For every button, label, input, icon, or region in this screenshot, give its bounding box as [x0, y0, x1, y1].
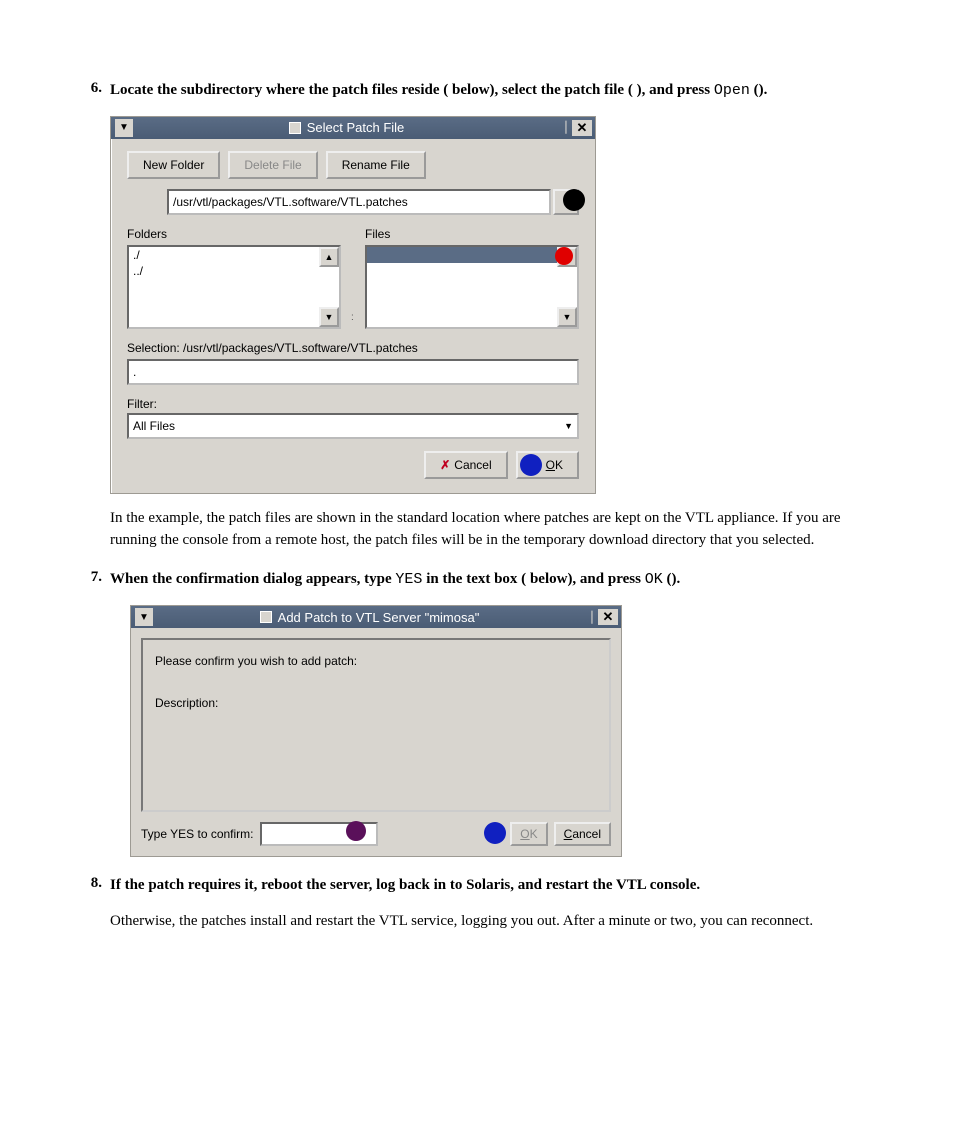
confirm-text: Please confirm you wish to add patch: — [155, 654, 597, 668]
cancel-x-icon: ✗ — [440, 458, 450, 472]
scroll-down-icon[interactable]: ▼ — [557, 307, 577, 327]
marker-blue — [484, 822, 506, 844]
path-dropdown-button[interactable] — [553, 189, 579, 215]
type-yes-label: Type YES to confirm: — [141, 827, 254, 841]
dialog1-title: Select Patch File — [307, 120, 405, 135]
file-item-selected[interactable] — [367, 247, 559, 263]
dialog1-titlebar[interactable]: ▼ Select Patch File ⎮ ✕ — [111, 117, 595, 139]
pin-icon[interactable]: ⎮ — [560, 121, 572, 134]
window-menu-icon[interactable]: ▼ — [115, 119, 133, 137]
folders-listbox[interactable]: ./ ../ ▲ ▼ — [127, 245, 341, 329]
step-8-paragraph: Otherwise, the patches install and resta… — [110, 911, 884, 933]
pin-icon[interactable]: ⎮ — [586, 611, 598, 624]
folder-item[interactable]: ./ — [129, 247, 339, 263]
window-icon — [289, 122, 301, 134]
close-icon[interactable]: ✕ — [598, 609, 618, 625]
files-listbox[interactable]: ▲ ▼ — [365, 245, 579, 329]
cancel-button[interactable]: ✗Cancel — [424, 451, 507, 479]
step-8-text: If the patch requires it, reboot the ser… — [110, 875, 884, 897]
scroll-up-icon[interactable]: ▲ — [319, 247, 339, 267]
chevron-down-icon: ▼ — [564, 421, 573, 431]
ok-button[interactable]: OK — [516, 451, 579, 479]
dialog2-title: Add Patch to VTL Server "mimosa" — [278, 610, 480, 625]
marker-blue — [520, 454, 542, 476]
filter-combo[interactable]: All Files ▼ — [127, 413, 579, 439]
description-label: Description: — [155, 696, 597, 710]
dialog2-titlebar[interactable]: ▼ Add Patch to VTL Server "mimosa" ⎮ ✕ — [131, 606, 621, 628]
step-8: 8. If the patch requires it, reboot the … — [70, 875, 884, 933]
new-folder-button[interactable]: New Folder — [127, 151, 220, 179]
delete-file-button[interactable]: Delete File — [228, 151, 317, 179]
window-icon — [260, 611, 272, 623]
step-6-text: Locate the subdirectory where the patch … — [110, 80, 884, 102]
step-6-paragraph: In the example, the patch files are show… — [110, 508, 884, 552]
step-7-text: When the confirmation dialog appears, ty… — [110, 569, 884, 591]
add-patch-dialog: ▼ Add Patch to VTL Server "mimosa" ⎮ ✕ P… — [130, 605, 622, 857]
step-8-number: 8. — [70, 875, 110, 892]
filter-label: Filter: — [127, 397, 579, 411]
scroll-up-icon[interactable]: ▲ — [557, 247, 577, 267]
close-icon[interactable]: ✕ — [572, 120, 592, 136]
confirm-input[interactable] — [260, 822, 378, 846]
step-7: 7. When the confirmation dialog appears,… — [70, 569, 884, 857]
filter-value: All Files — [133, 419, 175, 433]
ok-button[interactable]: OK — [510, 822, 547, 846]
files-label: Files — [365, 227, 579, 241]
step-6-number: 6. — [70, 80, 110, 97]
window-menu-icon[interactable]: ▼ — [135, 608, 153, 626]
selection-input[interactable]: . — [127, 359, 579, 385]
splitter-handle[interactable]: : — [351, 227, 355, 329]
cancel-button[interactable]: Cancel — [554, 822, 611, 846]
rename-file-button[interactable]: Rename File — [326, 151, 426, 179]
folders-label: Folders — [127, 227, 341, 241]
step-6: 6. Locate the subdirectory where the pat… — [70, 80, 884, 551]
step-7-number: 7. — [70, 569, 110, 586]
scroll-down-icon[interactable]: ▼ — [319, 307, 339, 327]
select-patch-file-dialog: ▼ Select Patch File ⎮ ✕ New Folder Delet… — [110, 116, 596, 494]
path-input[interactable]: /usr/vtl/packages/VTL.software/VTL.patch… — [167, 189, 551, 215]
folder-item[interactable]: ../ — [129, 263, 339, 279]
selection-label: Selection: /usr/vtl/packages/VTL.softwar… — [127, 341, 579, 355]
ok-underline: O — [546, 458, 555, 472]
